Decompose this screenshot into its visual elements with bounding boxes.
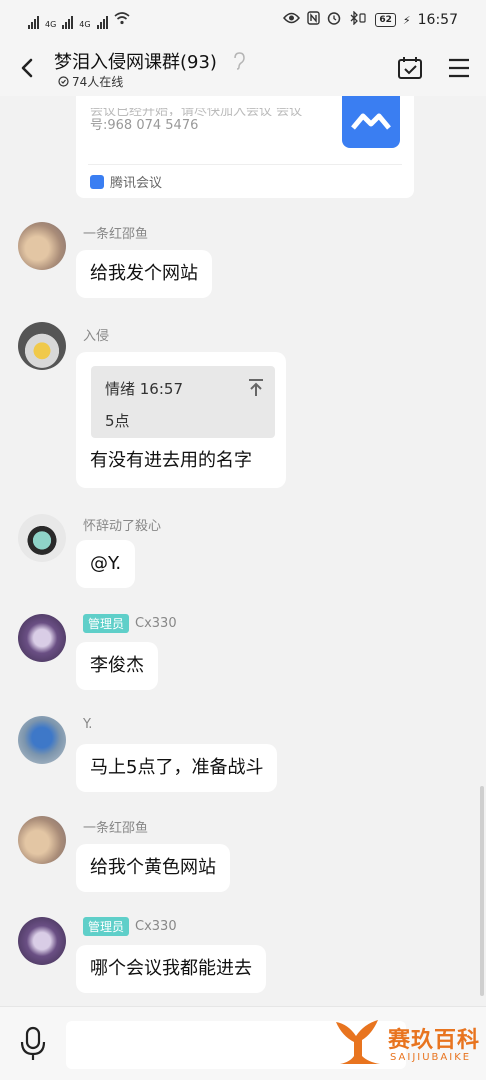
message-bubble[interactable]: 李俊杰 (76, 642, 158, 690)
quoted-text: 5点 (105, 412, 130, 430)
avatar[interactable] (18, 222, 66, 270)
signal-indicators: 4G 4G (28, 12, 130, 29)
sender-name: 管理员 Cx330 (83, 917, 177, 936)
menu-icon[interactable] (446, 56, 472, 80)
charging-icon: ⚡ (402, 13, 411, 27)
sender-name-text: 一条红邵鱼 (83, 227, 149, 242)
bluetooth-vibrate-icon (348, 10, 368, 29)
signal-icon-3 (96, 15, 108, 29)
online-status: 74人在线 (58, 73, 123, 90)
quoted-message[interactable]: 情绪 16:57 5点 (91, 366, 275, 438)
watermark-logo: 赛玖百科 SAIJIUBAIKE (332, 1014, 482, 1074)
sender-name: 一条红邵鱼 (83, 817, 148, 836)
sender-name-text: 入侵 (83, 329, 110, 344)
microphone-icon[interactable] (18, 1025, 48, 1063)
scrollbar[interactable] (480, 786, 484, 996)
online-count: 74人在线 (72, 75, 124, 89)
avatar[interactable] (18, 614, 66, 662)
eye-icon (283, 12, 301, 28)
sender-name-text: 一条红邵鱼 (83, 821, 149, 836)
network-label-1: 4G (45, 20, 57, 29)
meeting-text: 会议已经开始，请尽快加入会议 会议 号:968 074 5476 (90, 108, 330, 136)
message-text: 有没有进去用的名字 (90, 450, 252, 471)
sender-name-text: Cx330 (135, 919, 177, 934)
sender-name-text: Y. (83, 717, 93, 732)
sender-name: 入侵 (83, 325, 109, 344)
sender-name-text: 怀辞动了殺心 (83, 519, 162, 534)
message-bubble[interactable]: 给我个黄色网站 (76, 844, 230, 892)
quoted-header: 情绪 16:57 (105, 380, 183, 398)
message-bubble[interactable]: 给我发个网站 (76, 250, 212, 298)
pin-top-icon (249, 379, 263, 396)
network-label-2: 4G (79, 20, 91, 29)
message-bubble[interactable]: @Y. (76, 540, 136, 588)
signal-icon-2 (62, 15, 74, 29)
chat-header: 梦泪入侵网课群(93) 74人在线 (0, 40, 486, 96)
meeting-number: 号:968 074 5476 (90, 118, 199, 133)
avatar[interactable] (18, 514, 66, 562)
watermark-sub: SAIJIUBAIKE (390, 1052, 472, 1063)
watermark-brand: 赛玖百科 (388, 1028, 481, 1053)
sender-name: 一条红邵鱼 (83, 223, 148, 242)
group-title[interactable]: 梦泪入侵网课群(93) (54, 48, 217, 74)
quote-message-bubble[interactable]: 情绪 16:57 5点 有没有进去用的名字 (76, 352, 286, 488)
nfc-icon (307, 11, 321, 29)
back-arrow-icon[interactable] (14, 54, 42, 82)
avatar[interactable] (18, 716, 66, 764)
online-clock-icon (58, 76, 69, 87)
sender-name: 怀辞动了殺心 (83, 515, 161, 534)
avatar[interactable] (18, 816, 66, 864)
wifi-icon (114, 12, 130, 29)
meeting-source: 腾讯会议 (90, 172, 162, 191)
sender-name: Y. (83, 717, 92, 732)
signal-icon (28, 15, 39, 29)
message-bubble[interactable]: 哪个会议我都能进去 (76, 945, 266, 993)
meeting-text-cut: 会议已经开始，请尽快加入会议 会议 (90, 108, 303, 116)
status-bar: 4G 4G 62 ⚡ 16:57 (0, 0, 486, 40)
admin-badge: 管理员 (83, 614, 130, 633)
whale-tail-icon (336, 1020, 380, 1064)
message-bubble[interactable]: 马上5点了，准备战斗 (76, 744, 278, 792)
sender-name: 管理员 Cx330 (83, 614, 177, 633)
avatar[interactable] (18, 322, 66, 370)
admin-badge: 管理员 (83, 917, 130, 936)
status-right: 62 ⚡ 16:57 (283, 10, 458, 29)
tencent-meeting-logo-icon (342, 96, 400, 148)
avatar[interactable] (18, 917, 66, 965)
alarm-icon (327, 11, 341, 29)
status-time: 16:57 (417, 12, 458, 28)
meeting-invite-card[interactable]: 会议已经开始，请尽快加入会议 会议 号:968 074 5476 腾讯会议 (76, 96, 414, 198)
tencent-meeting-icon (90, 174, 104, 189)
sender-name-text: Cx330 (135, 616, 177, 631)
battery-icon: 62 (375, 13, 396, 27)
meeting-source-label: 腾讯会议 (110, 176, 163, 191)
ear-mode-icon (234, 52, 245, 70)
calendar-check-icon[interactable] (396, 54, 424, 82)
divider (88, 164, 402, 165)
